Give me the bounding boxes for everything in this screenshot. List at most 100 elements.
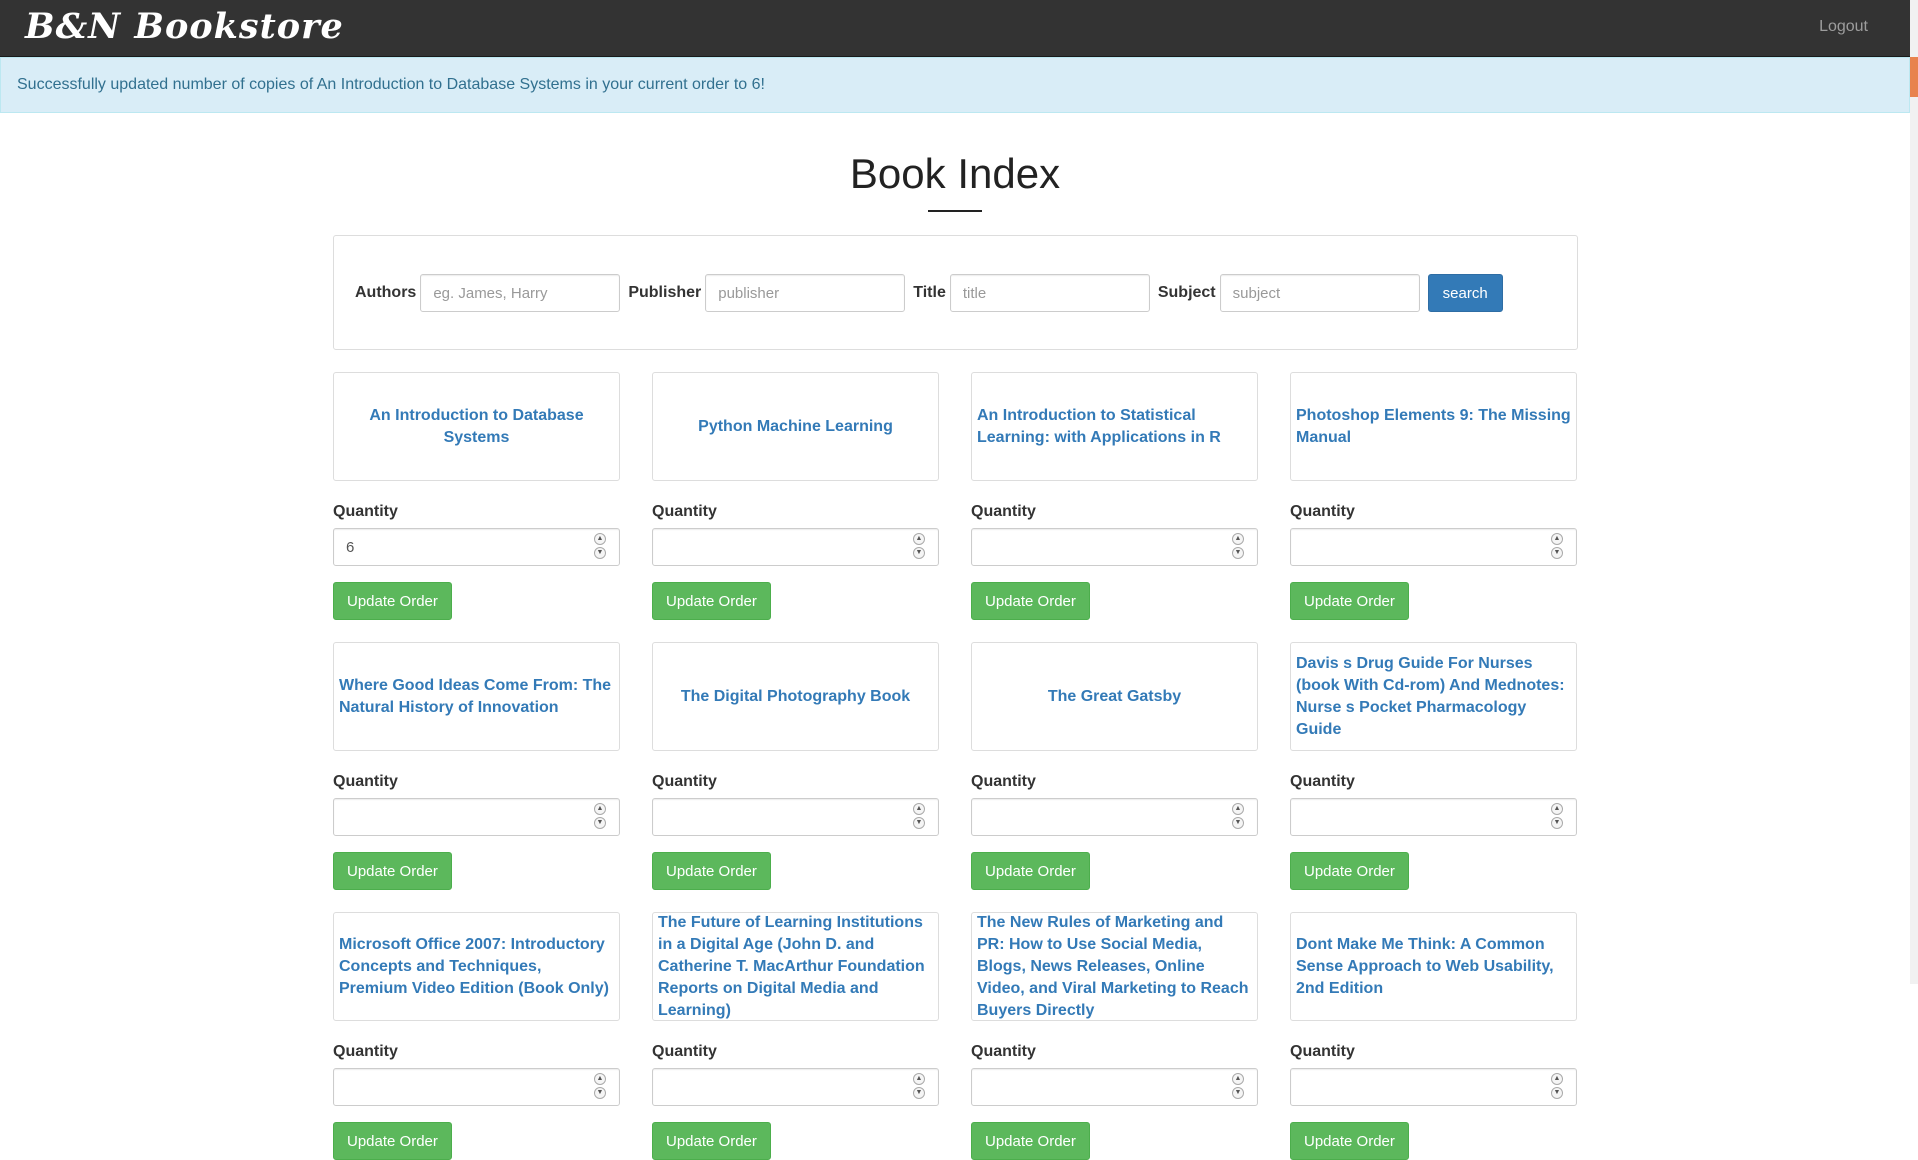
increment-icon[interactable]: ▲ [913, 1073, 925, 1085]
decrement-icon[interactable]: ▼ [1551, 547, 1563, 559]
publisher-input[interactable] [705, 274, 906, 312]
book-card: Where Good Ideas Come From: The Natural … [333, 642, 620, 751]
book-title-link[interactable]: Where Good Ideas Come From: The Natural … [339, 675, 614, 719]
decrement-icon[interactable]: ▼ [913, 1087, 925, 1099]
update-order-button[interactable]: Update Order [333, 582, 452, 620]
decrement-icon[interactable]: ▼ [1232, 817, 1244, 829]
decrement-icon[interactable]: ▼ [913, 817, 925, 829]
top-navbar: B&N Bookstore Logout [0, 0, 1910, 57]
quantity-input[interactable] [333, 528, 620, 566]
book-title-link[interactable]: Photoshop Elements 9: The Missing Manual [1296, 405, 1571, 449]
quantity-label: Quantity [652, 773, 717, 790]
update-order-button[interactable]: Update Order [1290, 582, 1409, 620]
increment-icon[interactable]: ▲ [594, 1073, 606, 1085]
update-order-button[interactable]: Update Order [652, 582, 771, 620]
update-order-button[interactable]: Update Order [333, 852, 452, 890]
quantity-input[interactable] [971, 1068, 1258, 1106]
update-order-button[interactable]: Update Order [652, 1122, 771, 1160]
quantity-stepper: ▲▼ [333, 528, 620, 566]
book-title-link[interactable]: Dont Make Me Think: A Common Sense Appro… [1296, 934, 1571, 1000]
increment-icon[interactable]: ▲ [913, 533, 925, 545]
decrement-icon[interactable]: ▼ [1551, 1087, 1563, 1099]
quantity-input[interactable] [971, 528, 1258, 566]
update-order-button[interactable]: Update Order [1290, 1122, 1409, 1160]
quantity-stepper: ▲▼ [333, 1068, 620, 1106]
quantity-stepper: ▲▼ [652, 1068, 939, 1106]
quantity-input[interactable] [971, 798, 1258, 836]
page-scrollbar[interactable] [1910, 0, 1918, 984]
quantity-input[interactable] [1290, 798, 1577, 836]
quantity-spinner: ▲ ▼ [594, 1073, 606, 1099]
decrement-icon[interactable]: ▼ [913, 547, 925, 559]
quantity-label: Quantity [652, 503, 717, 520]
search-button[interactable]: search [1427, 274, 1503, 312]
book-title-link[interactable]: The Great Gatsby [1048, 686, 1181, 708]
book-item: An Introduction to Database Systems Quant… [333, 372, 620, 620]
subject-input[interactable] [1219, 274, 1420, 312]
quantity-input[interactable] [333, 798, 620, 836]
decrement-icon[interactable]: ▼ [594, 547, 606, 559]
increment-icon[interactable]: ▲ [913, 803, 925, 815]
book-card: Photoshop Elements 9: The Missing Manual [1290, 372, 1577, 481]
quantity-label: Quantity [333, 1043, 398, 1060]
book-title-link[interactable]: The Future of Learning Institutions in a… [658, 912, 933, 1022]
book-title-link[interactable]: Python Machine Learning [698, 416, 893, 438]
increment-icon[interactable]: ▲ [1551, 533, 1563, 545]
authors-input[interactable] [420, 274, 621, 312]
search-form: Authors Publisher Title Subject search [351, 274, 1503, 312]
increment-icon[interactable]: ▲ [1551, 803, 1563, 815]
update-order-button[interactable]: Update Order [971, 582, 1090, 620]
quantity-spinner: ▲ ▼ [913, 1073, 925, 1099]
book-item: The Digital Photography Book Quantity ▲ ▼ Up… [652, 642, 939, 890]
title-label: Title [913, 284, 946, 301]
decrement-icon[interactable]: ▼ [1551, 817, 1563, 829]
success-alert: Successfully updated number of copies of… [0, 57, 1910, 113]
increment-icon[interactable]: ▲ [1232, 1073, 1244, 1085]
quantity-spinner: ▲ ▼ [1232, 533, 1244, 559]
increment-icon[interactable]: ▲ [1232, 533, 1244, 545]
book-card: The Digital Photography Book [652, 642, 939, 751]
decrement-icon[interactable]: ▼ [594, 1087, 606, 1099]
book-card: Microsoft Office 2007: Introductory Conc… [333, 912, 620, 1021]
update-order-button[interactable]: Update Order [1290, 852, 1409, 890]
logout-link[interactable]: Logout [1819, 18, 1868, 36]
quantity-label: Quantity [1290, 1043, 1355, 1060]
search-panel: Authors Publisher Title Subject search [333, 235, 1578, 350]
quantity-stepper: ▲▼ [971, 798, 1258, 836]
decrement-icon[interactable]: ▼ [1232, 547, 1244, 559]
book-item: Microsoft Office 2007: Introductory Conc… [333, 912, 620, 1160]
title-input[interactable] [949, 274, 1150, 312]
quantity-input[interactable] [652, 798, 939, 836]
quantity-spinner: ▲ ▼ [594, 803, 606, 829]
quantity-input[interactable] [1290, 1068, 1577, 1106]
decrement-icon[interactable]: ▼ [594, 817, 606, 829]
quantity-spinner: ▲ ▼ [594, 533, 606, 559]
increment-icon[interactable]: ▲ [1551, 1073, 1563, 1085]
increment-icon[interactable]: ▲ [1232, 803, 1244, 815]
book-item: Where Good Ideas Come From: The Natural … [333, 642, 620, 890]
increment-icon[interactable]: ▲ [594, 803, 606, 815]
book-card: Davis s Drug Guide For Nurses (book With… [1290, 642, 1577, 751]
update-order-button[interactable]: Update Order [971, 852, 1090, 890]
book-card: The Future of Learning Institutions in a… [652, 912, 939, 1021]
book-title-link[interactable]: An Introduction to Database Systems [339, 405, 614, 449]
quantity-input[interactable] [1290, 528, 1577, 566]
book-title-link[interactable]: Microsoft Office 2007: Introductory Conc… [339, 934, 614, 1000]
update-order-button[interactable]: Update Order [333, 1122, 452, 1160]
quantity-input[interactable] [333, 1068, 620, 1106]
quantity-input[interactable] [652, 1068, 939, 1106]
update-order-button[interactable]: Update Order [652, 852, 771, 890]
book-title-link[interactable]: The New Rules of Marketing and PR: How t… [977, 912, 1252, 1022]
book-title-link[interactable]: Davis s Drug Guide For Nurses (book With… [1296, 653, 1571, 741]
book-item: The New Rules of Marketing and PR: How t… [971, 912, 1258, 1160]
book-title-link[interactable]: The Digital Photography Book [681, 686, 910, 708]
increment-icon[interactable]: ▲ [594, 533, 606, 545]
brand-logo[interactable]: B&N Bookstore [25, 6, 344, 47]
decrement-icon[interactable]: ▼ [1232, 1087, 1244, 1099]
quantity-spinner: ▲ ▼ [1551, 1073, 1563, 1099]
quantity-input[interactable] [652, 528, 939, 566]
quantity-label: Quantity [971, 773, 1036, 790]
book-title-link[interactable]: An Introduction to Statistical Learning:… [977, 405, 1252, 449]
update-order-button[interactable]: Update Order [971, 1122, 1090, 1160]
quantity-spinner: ▲ ▼ [1232, 803, 1244, 829]
